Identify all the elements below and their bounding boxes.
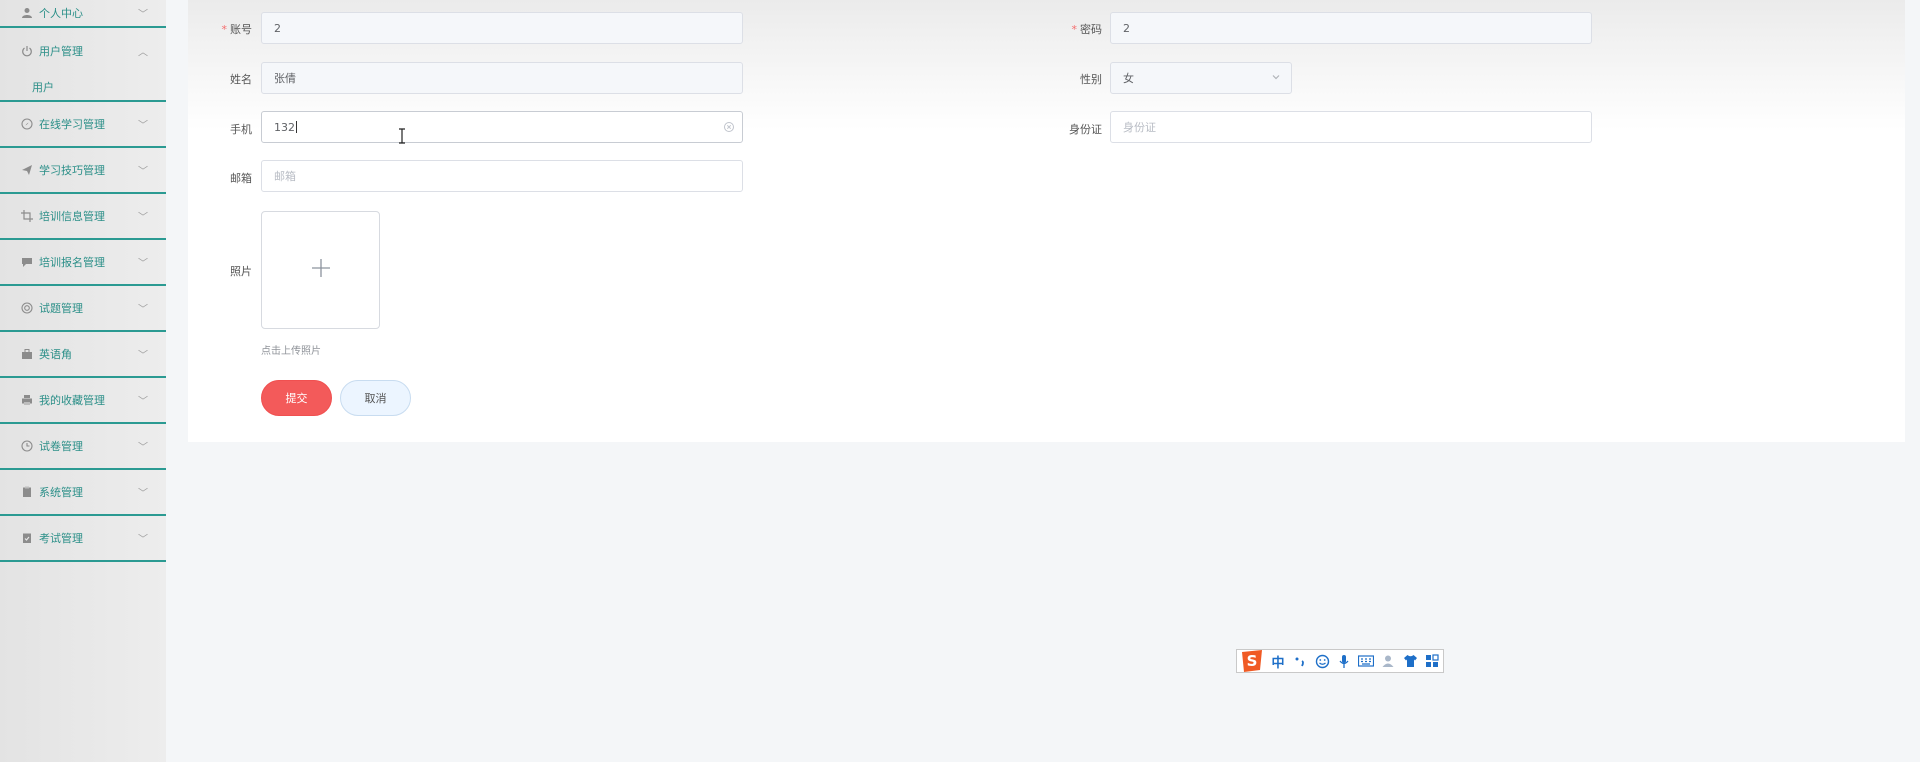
- sidebar-item-favorites[interactable]: 我的收藏管理 ﹀: [0, 378, 166, 424]
- chevron-down-icon: ﹀: [138, 534, 148, 546]
- sidebar-item-label: 考试管理: [39, 532, 83, 545]
- toolbox-grid-icon[interactable]: [1423, 652, 1441, 670]
- sidebar-item-label: 系统管理: [39, 486, 83, 499]
- sidebar-item-label: 试卷管理: [39, 440, 83, 453]
- chevron-down-icon: ﹀: [138, 396, 148, 408]
- sidebar-item-english-corner[interactable]: 英语角 ﹀: [0, 332, 166, 378]
- help-circle-icon: [20, 302, 33, 315]
- user-avatar-icon[interactable]: [1379, 652, 1397, 670]
- idcard-label: 身份证: [1069, 123, 1102, 136]
- sidebar: 个人中心 ﹀ 用户管理 ︿ 用户 在线学习管理 ﹀ 学习技巧管理 ﹀ 培训信息管…: [0, 0, 166, 762]
- printer-icon: [20, 394, 33, 407]
- send-icon: [20, 164, 33, 177]
- power-icon: [20, 45, 33, 58]
- sidebar-item-exam-management[interactable]: 考试管理 ﹀: [0, 516, 166, 562]
- phone-label: 手机: [230, 123, 252, 136]
- chevron-down-icon: ﹀: [138, 488, 148, 500]
- chevron-down-icon: ﹀: [138, 350, 148, 362]
- sidebar-item-label: 用户管理: [39, 45, 83, 58]
- idcard-input[interactable]: 身份证: [1110, 111, 1592, 143]
- emoji-icon[interactable]: [1313, 652, 1331, 670]
- chevron-down-icon: ﹀: [138, 212, 148, 224]
- sidebar-item-study-tips[interactable]: 学习技巧管理 ﹀: [0, 148, 166, 194]
- comment-icon: [20, 256, 33, 269]
- text-cursor: [296, 121, 297, 133]
- gender-select[interactable]: 女: [1110, 62, 1292, 94]
- gender-label: 性别: [1080, 73, 1102, 86]
- sidebar-item-training-registration[interactable]: 培训报名管理 ﹀: [0, 240, 166, 286]
- sidebar-item-personal-center[interactable]: 个人中心 ﹀: [0, 0, 166, 28]
- briefcase-icon: [20, 348, 33, 361]
- chevron-down-icon: ﹀: [138, 120, 148, 132]
- svg-text:S: S: [1247, 652, 1258, 670]
- sogou-logo-icon[interactable]: S: [1239, 649, 1265, 673]
- upload-hint: 点击上传照片: [261, 346, 321, 357]
- clear-icon[interactable]: [723, 121, 735, 136]
- submenu-item-label: 用户: [32, 81, 54, 94]
- phone-input[interactable]: 132: [261, 111, 743, 143]
- clock-icon: [20, 440, 33, 453]
- chevron-down-icon: ﹀: [138, 9, 148, 21]
- sidebar-item-label: 我的收藏管理: [39, 394, 105, 407]
- keyboard-icon[interactable]: [1357, 652, 1375, 670]
- submit-button[interactable]: 提交: [261, 380, 332, 416]
- sidebar-item-question-management[interactable]: 试题管理 ﹀: [0, 286, 166, 332]
- user-icon: [20, 7, 33, 20]
- document-icon: [20, 486, 33, 499]
- sidebar-item-user-management[interactable]: 用户管理 ︿: [0, 28, 166, 74]
- sidebar-item-label: 学习技巧管理: [39, 164, 105, 177]
- sidebar-item-label: 培训报名管理: [39, 256, 105, 269]
- name-input[interactable]: 张倩: [261, 62, 743, 94]
- cancel-button[interactable]: 取消: [340, 380, 411, 416]
- ime-mode-indicator[interactable]: 中: [1269, 652, 1287, 671]
- sidebar-item-online-learning[interactable]: 在线学习管理 ﹀: [0, 102, 166, 148]
- ibeam-cursor-icon: [397, 128, 407, 148]
- chevron-down-icon: ﹀: [138, 304, 148, 316]
- email-input[interactable]: 邮箱: [261, 160, 743, 192]
- account-label: * 账号: [221, 23, 253, 36]
- name-label: 姓名: [230, 73, 252, 86]
- password-label: * 密码: [1071, 23, 1103, 36]
- sidebar-item-label: 英语角: [39, 348, 72, 361]
- compass-icon: [20, 118, 33, 131]
- ime-toolbar: S 中: [1236, 649, 1444, 673]
- sidebar-item-exam-papers[interactable]: 试卷管理 ﹀: [0, 424, 166, 470]
- clipboard-icon: [20, 532, 33, 545]
- sidebar-item-label: 个人中心: [39, 7, 83, 20]
- plus-icon: [311, 258, 331, 282]
- punctuation-icon[interactable]: [1291, 652, 1309, 670]
- account-input[interactable]: 2: [261, 12, 743, 44]
- chevron-down-icon: ﹀: [138, 166, 148, 178]
- password-input[interactable]: 2: [1110, 12, 1592, 44]
- sidebar-item-label: 试题管理: [39, 302, 83, 315]
- sidebar-item-label: 在线学习管理: [39, 118, 105, 131]
- email-label: 邮箱: [230, 172, 252, 185]
- chevron-down-icon: ﹀: [138, 258, 148, 270]
- chevron-up-icon: ︿: [138, 47, 148, 59]
- sidebar-item-label: 培训信息管理: [39, 210, 105, 223]
- microphone-icon[interactable]: [1335, 652, 1353, 670]
- skin-shirt-icon[interactable]: [1401, 652, 1419, 670]
- submenu-item-users[interactable]: 用户: [0, 74, 166, 102]
- chevron-down-icon: ﹀: [138, 442, 148, 454]
- crop-icon: [20, 210, 33, 223]
- photo-upload[interactable]: [261, 211, 380, 329]
- chevron-down-icon: [1271, 72, 1281, 85]
- sidebar-item-training-info[interactable]: 培训信息管理 ﹀: [0, 194, 166, 240]
- photo-label: 照片: [230, 265, 252, 278]
- sidebar-item-system-management[interactable]: 系统管理 ﹀: [0, 470, 166, 516]
